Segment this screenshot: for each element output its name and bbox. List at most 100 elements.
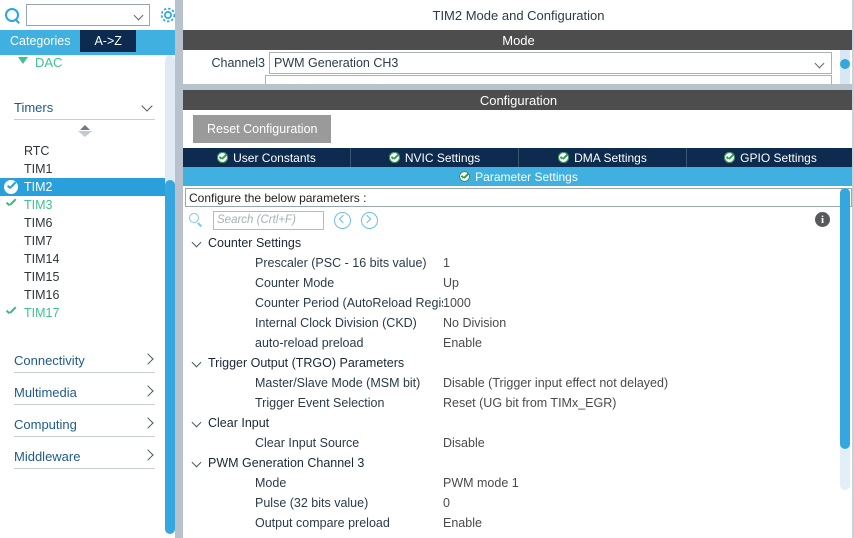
tab-label: GPIO Settings — [740, 150, 817, 165]
param-label: Output compare preload — [255, 516, 390, 530]
sidebar-item-label: TIM2 — [24, 180, 53, 194]
param-label: Pulse (32 bits value) — [255, 496, 369, 510]
param-value: PWM mode 1 — [443, 476, 519, 490]
tree-group-counter-settings[interactable]: Counter Settings — [185, 233, 852, 253]
table-row[interactable]: Master/Slave Mode (MSM bit) Disable (Tri… — [185, 373, 852, 393]
sidebar-scrollbar[interactable] — [165, 55, 175, 534]
chevron-down-icon[interactable] — [134, 9, 146, 21]
chevron-down-icon — [18, 56, 29, 68]
sidebar-item-rtc[interactable]: RTC — [0, 142, 169, 160]
table-row[interactable]: auto-reload preload Enable — [185, 333, 852, 353]
configuration-band-label: Configuration — [479, 92, 558, 108]
sidebar-item-label: TIM14 — [24, 252, 60, 266]
stm32cubemx-window: Categories A->Z DAC Timers RTC TIM1 TIM2… — [0, 0, 854, 538]
chevron-right-icon — [141, 353, 155, 367]
sidebar-category-computing[interactable]: Computing — [0, 412, 169, 436]
reset-configuration-button[interactable]: Reset Configuration — [193, 115, 332, 143]
configure-header-text: Configure the below parameters : — [189, 190, 367, 205]
search-icon — [4, 7, 21, 24]
sidebar-item-label: TIM15 — [24, 270, 60, 284]
param-label: Mode — [255, 476, 287, 490]
page-title: TIM2 Mode and Configuration — [183, 0, 854, 30]
chevron-down-icon[interactable] — [815, 57, 827, 69]
check-circle-icon — [558, 152, 570, 163]
table-row[interactable]: Trigger Event Selection Reset (UG bit fr… — [185, 393, 852, 413]
sidebar-tabbar: Categories A->Z — [0, 30, 183, 52]
table-row[interactable]: Mode PWM mode 1 — [185, 473, 852, 493]
param-value: No Division — [443, 316, 507, 330]
sort-arrows-icon — [77, 125, 92, 137]
tree-group-trgo-parameters[interactable]: Trigger Output (TRGO) Parameters — [185, 353, 852, 373]
param-value: Up — [443, 276, 459, 290]
sidebar-item-label: TIM6 — [24, 216, 53, 230]
tab-user-constants[interactable]: User Constants — [183, 148, 351, 167]
search-input[interactable]: Search (Crtl+F) — [213, 210, 324, 230]
table-row[interactable]: Clear Input Source Disable — [185, 433, 852, 453]
sidebar-item-tim3[interactable]: TIM3 — [0, 196, 169, 214]
tree-group-clear-input[interactable]: Clear Input — [185, 413, 852, 433]
sidebar-item-tim16[interactable]: TIM16 — [0, 286, 169, 304]
parameter-scrollbar[interactable] — [840, 188, 850, 490]
table-row[interactable]: Counter Mode Up — [185, 273, 852, 293]
check-circle-icon — [388, 152, 400, 163]
tab-gpio-settings[interactable]: GPIO Settings — [687, 148, 854, 167]
param-label: Internal Clock Division (CKD) — [255, 316, 417, 330]
info-icon[interactable]: i — [815, 212, 830, 227]
sidebar-category-multimedia[interactable]: Multimedia — [0, 380, 169, 404]
sidebar-tab-categories[interactable]: Categories — [0, 30, 81, 52]
sidebar-category-label: Multimedia — [14, 384, 77, 400]
tab-parameter-settings[interactable]: Parameter Settings — [183, 167, 854, 186]
prev-match-icon[interactable] — [334, 211, 351, 229]
param-value: 0 — [443, 496, 450, 510]
sidebar-device-list: RTC TIM1 TIM2 TIM3 TIM6 TIM7 TIM14 TIM15… — [0, 142, 169, 322]
sidebar-category-label: Middleware — [14, 448, 81, 464]
sidebar-tab-categories-label: Categories — [10, 34, 71, 48]
sidebar-item-dac[interactable]: DAC — [0, 55, 169, 69]
param-value: Enable — [443, 336, 482, 350]
tree-group-label: Clear Input — [208, 416, 270, 430]
mode-scrollbar-thumb[interactable] — [840, 59, 850, 69]
check-circle-icon — [459, 171, 471, 182]
sidebar-item-tim14[interactable]: TIM14 — [0, 250, 169, 268]
sidebar-item-label: TIM1 — [24, 162, 53, 176]
sidebar-item-tim6[interactable]: TIM6 — [0, 214, 169, 232]
table-row[interactable]: Output compare preload Enable — [185, 513, 852, 533]
table-row[interactable]: Counter Period (AutoReload Register - 32… — [185, 293, 852, 313]
sidebar-category-connectivity[interactable]: Connectivity — [0, 348, 169, 372]
sidebar-group-timers-label: Timers — [14, 99, 54, 115]
sidebar-scrollbar-thumb[interactable] — [165, 180, 175, 534]
search-placeholder: Search (Crtl+F) — [217, 214, 296, 226]
parameter-search-row: Search (Crtl+F) i — [185, 207, 852, 233]
sidebar-search-combo[interactable] — [26, 4, 150, 26]
sidebar-category-label: Computing — [14, 416, 77, 432]
sidebar-item-tim2[interactable]: TIM2 — [0, 178, 169, 196]
tab-dma-settings[interactable]: DMA Settings — [519, 148, 687, 167]
param-label: Counter Mode — [255, 276, 335, 290]
table-row[interactable]: Internal Clock Division (CKD) No Divisio… — [185, 313, 852, 333]
tree-group-pwm-generation-channel-3[interactable]: PWM Generation Channel 3 — [185, 453, 852, 473]
next-match-icon[interactable] — [361, 211, 378, 229]
sidebar-item-tim7[interactable]: TIM7 — [0, 232, 169, 250]
mode-band-label: Mode — [502, 32, 535, 48]
chevron-down-icon — [191, 417, 204, 430]
parameter-scrollbar-thumb[interactable] — [840, 188, 850, 449]
chevron-down-icon — [191, 237, 204, 250]
sidebar-item-tim15[interactable]: TIM15 — [0, 268, 169, 286]
sidebar-item-tim1[interactable]: TIM1 — [0, 160, 169, 178]
chevron-right-icon — [141, 449, 155, 463]
config-panel: TIM2 Mode and Configuration Mode Channel… — [183, 0, 854, 538]
mode-band: Mode — [183, 30, 854, 50]
mode-secondary-select[interactable] — [265, 75, 832, 84]
sidebar-sort-toggle[interactable] — [0, 120, 169, 142]
channel3-label: Channel3 — [211, 56, 265, 70]
sidebar-item-tim17[interactable]: TIM17 — [0, 304, 169, 322]
table-row[interactable]: Pulse (32 bits value) 0 — [185, 493, 852, 513]
sidebar-group-timers[interactable]: Timers — [0, 95, 169, 119]
param-value: Disable — [443, 436, 485, 450]
channel3-select[interactable]: PWM Generation CH3 — [269, 52, 832, 74]
param-label: Master/Slave Mode (MSM bit) — [255, 376, 421, 390]
sidebar-tab-az[interactable]: A->Z — [80, 30, 136, 52]
table-row[interactable]: Prescaler (PSC - 16 bits value) 1 — [185, 253, 852, 273]
tab-nvic-settings[interactable]: NVIC Settings — [351, 148, 519, 167]
sidebar-category-middleware[interactable]: Middleware — [0, 444, 169, 468]
